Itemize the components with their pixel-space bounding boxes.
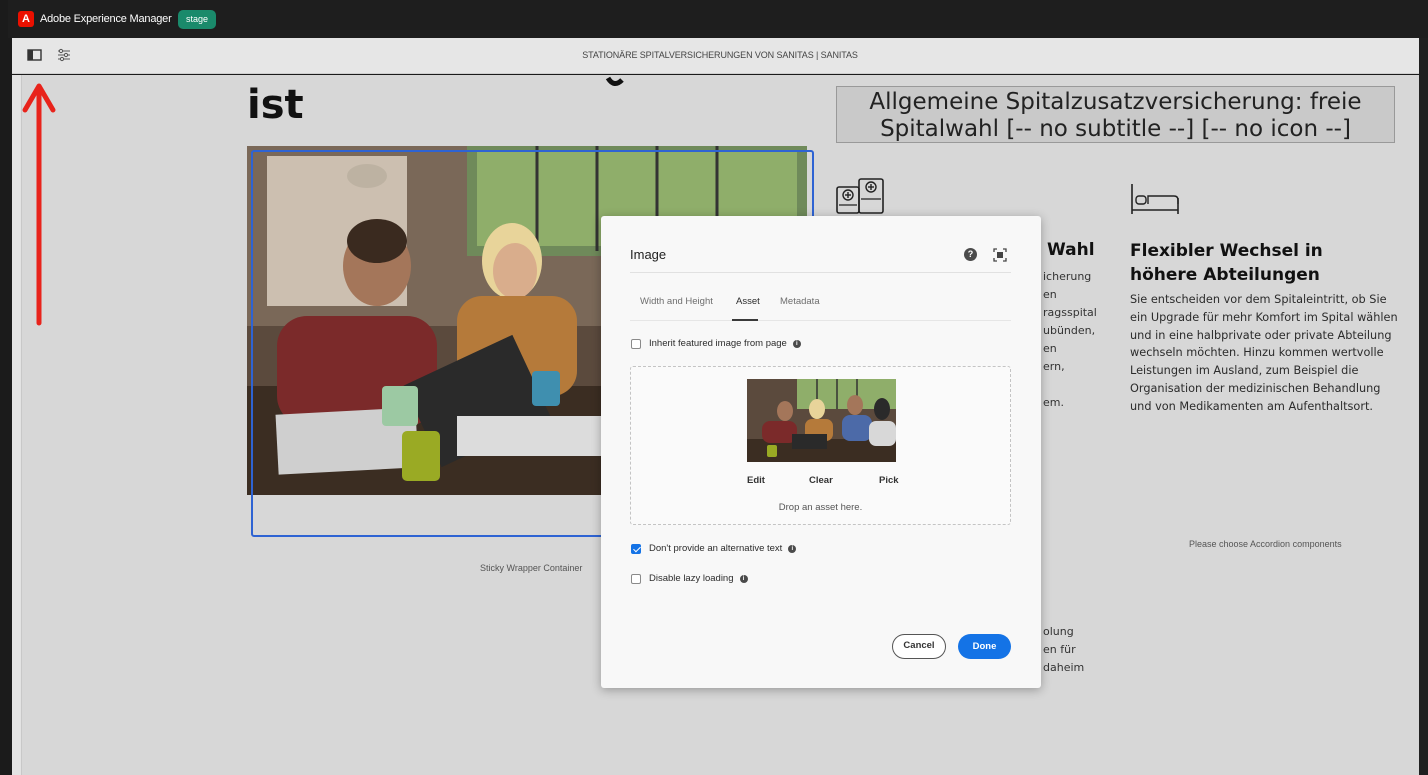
editor-toolbar: STATIONÄRE SPITALVERSICHERUNGEN VON SANI… bbox=[12, 38, 1428, 74]
benefit-text-fragment: ern, bbox=[1043, 360, 1065, 373]
benefit-text-fragment: en bbox=[1043, 342, 1057, 355]
pick-button[interactable]: Pick bbox=[879, 475, 899, 486]
image-dialog: Image ? Width and Height Asset Metadata … bbox=[601, 216, 1041, 688]
benefit-text-fragment: en bbox=[1043, 288, 1057, 301]
fullscreen-icon[interactable] bbox=[993, 248, 1007, 262]
no-alt-text-label: Don't provide an alternative text bbox=[649, 543, 783, 554]
drop-hint: Drop an asset here. bbox=[778, 502, 863, 513]
accordion-placeholder-note[interactable]: Please choose Accordion components bbox=[1189, 539, 1342, 549]
no-alt-text-option[interactable]: Don't provide an alternative text i bbox=[631, 543, 797, 554]
dialog-tabs: Width and Height Asset Metadata bbox=[630, 296, 1011, 321]
benefit-text-fragment: olung bbox=[1043, 625, 1074, 638]
sticky-wrapper-label: Sticky Wrapper Container bbox=[480, 563, 583, 573]
benefit-text-fragment: icherung bbox=[1043, 270, 1092, 283]
inherit-featured-image-option[interactable]: Inherit featured image from page i bbox=[631, 338, 801, 349]
red-arrow-annotation bbox=[22, 83, 56, 326]
inherit-featured-checkbox[interactable] bbox=[631, 338, 641, 349]
inherit-featured-label: Inherit featured image from page bbox=[649, 338, 787, 349]
page-title: STATIONÄRE SPITALVERSICHERUNGEN VON SANI… bbox=[582, 50, 858, 60]
done-button[interactable]: Done bbox=[958, 634, 1011, 659]
no-alt-text-checkbox[interactable] bbox=[631, 543, 641, 554]
tab-asset[interactable]: Asset bbox=[736, 296, 760, 307]
page-heading-fragment: ist bbox=[247, 82, 304, 128]
hospital-icon bbox=[836, 178, 884, 214]
benefit-text-fragment: en für bbox=[1043, 643, 1076, 656]
asset-dropzone[interactable]: Edit Clear Pick Drop an asset here. bbox=[630, 366, 1011, 525]
benefit-text-fragment: em. bbox=[1043, 396, 1064, 409]
environment-badge: stage bbox=[178, 10, 217, 29]
app-title[interactable]: Adobe Experience Manager bbox=[40, 13, 172, 25]
adobe-logo-icon: A bbox=[18, 11, 34, 27]
clear-button[interactable]: Clear bbox=[809, 475, 833, 486]
benefit-text-fragment: daheim bbox=[1043, 661, 1085, 674]
active-tab-indicator bbox=[732, 319, 758, 321]
disable-lazy-loading-option[interactable]: Disable lazy loading i bbox=[631, 573, 748, 584]
benefit-description: Sie entscheiden vor dem Spitaleintritt, … bbox=[1130, 293, 1398, 413]
tab-width-and-height[interactable]: Width and Height bbox=[640, 296, 713, 307]
benefit-heading-fragment: Wahl bbox=[1047, 240, 1095, 260]
cancel-button[interactable]: Cancel bbox=[892, 634, 946, 659]
app-header: A Adobe Experience Manager stage bbox=[8, 0, 1428, 38]
edit-button[interactable]: Edit bbox=[747, 475, 765, 486]
dialog-divider bbox=[630, 272, 1011, 273]
benefit-title: Flexibler Wechsel in höhere Abteilungen bbox=[1130, 241, 1323, 285]
bed-icon bbox=[1131, 184, 1179, 214]
image-thumbnail bbox=[747, 379, 896, 462]
heading-glyph-fragment bbox=[605, 76, 624, 86]
tab-metadata[interactable]: Metadata bbox=[780, 296, 820, 307]
disable-lazy-loading-checkbox[interactable] bbox=[631, 573, 641, 584]
disable-lazy-loading-label: Disable lazy loading bbox=[649, 573, 734, 584]
benefit-text-fragment: ubünden, bbox=[1043, 324, 1096, 337]
window-edge bbox=[1419, 38, 1428, 775]
info-icon[interactable]: i bbox=[739, 574, 748, 583]
info-icon[interactable]: i bbox=[788, 544, 797, 553]
help-icon[interactable]: ? bbox=[964, 248, 977, 261]
accordion-title-placeholder[interactable]: Allgemeine Spitalzusatzversicherung: fre… bbox=[836, 86, 1395, 143]
benefit-text-fragment: ragsspital bbox=[1043, 306, 1097, 319]
dialog-title: Image bbox=[630, 247, 667, 262]
info-icon[interactable]: i bbox=[792, 339, 801, 348]
